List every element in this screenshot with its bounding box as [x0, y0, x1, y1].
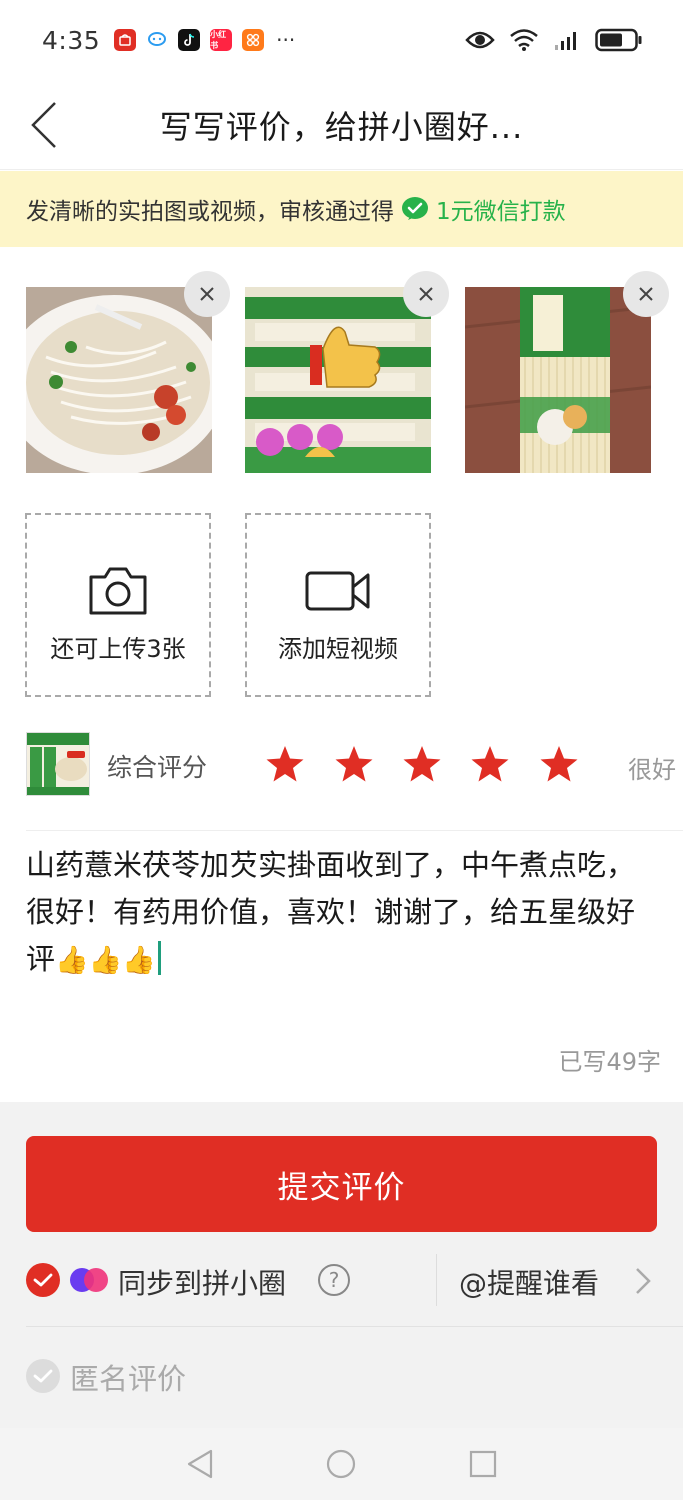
rating-row: 综合评分 很好: [0, 730, 683, 800]
camera-icon: [89, 567, 147, 615]
app-grid-icon: [242, 29, 265, 51]
remove-photo-2-button[interactable]: [403, 271, 449, 317]
sync-checkbox[interactable]: [26, 1263, 60, 1297]
uploaded-photo-2[interactable]: [245, 271, 449, 473]
chevron-right-icon: [636, 1268, 651, 1294]
nav-back-button[interactable]: [182, 1446, 218, 1482]
divider: [26, 830, 683, 831]
noodle-bundle-photo: [465, 287, 651, 473]
check-icon: [33, 1273, 53, 1287]
nav-recents-button[interactable]: [465, 1446, 501, 1482]
text-cursor: [157, 941, 161, 975]
vertical-divider: [436, 1254, 437, 1306]
remove-photo-3-button[interactable]: [623, 271, 669, 317]
star-5[interactable]: [539, 744, 579, 784]
star-4[interactable]: [470, 744, 510, 784]
battery-icon: [595, 28, 642, 52]
chevron-left-icon: [31, 102, 56, 148]
close-icon: [200, 287, 214, 301]
close-icon: [419, 287, 433, 301]
wifi-icon: [510, 29, 538, 51]
remove-photo-1-button[interactable]: [184, 271, 230, 317]
uploaded-photo-3[interactable]: [465, 271, 669, 473]
uploaded-photo-1[interactable]: [26, 271, 230, 473]
system-nav-bar: [0, 1428, 683, 1500]
review-textarea[interactable]: 山药薏米茯苓加芡实掛面收到了，中午煮点吃，很好！有药用价值，喜欢！谢谢了，给五星…: [26, 842, 656, 984]
mention-remind-button[interactable]: @提醒谁看: [459, 1262, 599, 1302]
add-photo-button[interactable]: 还可上传3张: [25, 513, 211, 697]
square-recents-icon: [469, 1450, 497, 1478]
noodle-soup-photo: [26, 287, 212, 473]
rating-text: 很好: [628, 756, 676, 784]
close-icon: [639, 287, 653, 301]
status-right: [465, 28, 643, 52]
tiktok-icon: [178, 29, 201, 51]
wechat-icon: [402, 197, 428, 220]
back-button[interactable]: [24, 98, 64, 152]
pinxiaoquan-logo-icon: [70, 1268, 108, 1292]
star-3[interactable]: [402, 744, 442, 784]
header: 写写评价，给拼小圈好...: [0, 80, 683, 170]
xiaohongshu-icon: 小红书: [210, 29, 233, 51]
anonymous-checkbox[interactable]: [26, 1359, 60, 1393]
word-count: 已写49字: [558, 1048, 661, 1076]
thumbs-up-emoji: 👍👍👍: [55, 945, 156, 976]
sync-label: 同步到拼小圈: [118, 1267, 287, 1300]
pinduoduo-icon: [114, 29, 137, 51]
reward-banner: 发清晰的实拍图或视频，审核通过得 1元微信打款: [0, 171, 683, 247]
chat-bubble-icon: [146, 29, 169, 51]
star-1[interactable]: [265, 744, 305, 784]
sync-row: 同步到拼小圈 ? @提醒谁看: [0, 1250, 683, 1312]
help-icon[interactable]: ?: [318, 1264, 350, 1296]
divider: [26, 1326, 683, 1327]
submit-review-button[interactable]: 提交评价: [26, 1136, 657, 1232]
add-video-label: 添加短视频: [278, 635, 398, 663]
status-app-icons: 小红书 ···: [114, 29, 295, 51]
rating-label: 综合评分: [107, 753, 208, 782]
status-time: 4:35: [42, 25, 101, 55]
star-2[interactable]: [334, 744, 374, 784]
eye-icon: [465, 31, 495, 49]
video-camera-icon: [305, 571, 370, 611]
status-bar: 4:35 小红书 ···: [0, 0, 683, 80]
banner-reward: 1元微信打款: [436, 199, 566, 225]
anonymous-row: 匿名评价: [0, 1352, 683, 1402]
nav-home-button[interactable]: [323, 1446, 359, 1482]
more-notifications-indicator: ···: [276, 28, 296, 52]
product-thumbnail: [26, 732, 90, 796]
banner-text: 发清晰的实拍图或视频，审核通过得: [26, 199, 394, 225]
anonymous-label: 匿名评价: [70, 1362, 187, 1396]
signal-icon: [555, 32, 576, 50]
add-video-button[interactable]: 添加短视频: [245, 513, 431, 697]
check-icon: [33, 1369, 53, 1383]
add-photo-label: 还可上传3张: [50, 635, 186, 663]
circle-home-icon: [326, 1449, 356, 1479]
triangle-back-icon: [187, 1449, 213, 1479]
noodle-package-thumbsup-photo: [245, 287, 431, 473]
page-title: 写写评价，给拼小圈好...: [159, 107, 524, 146]
